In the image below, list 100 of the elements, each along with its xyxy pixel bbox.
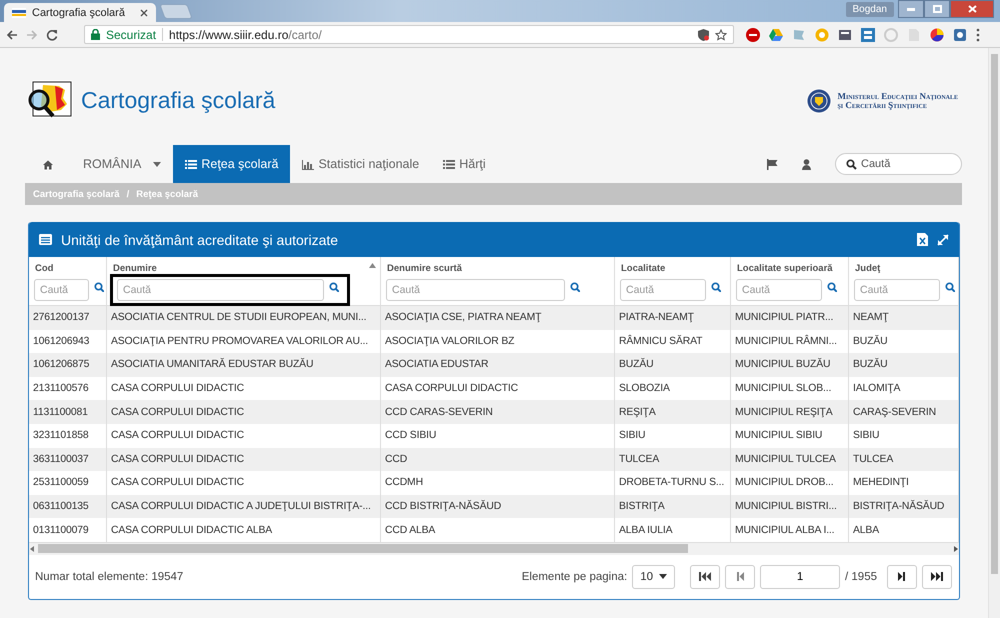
- minimize-button[interactable]: [898, 0, 924, 18]
- table-cell: CARAŞ-SEVERIN: [849, 400, 959, 424]
- filter-field[interactable]: Caută: [736, 279, 822, 301]
- excel-export-icon[interactable]: [917, 233, 928, 246]
- table-cell: MUNICIPIUL TULCEA: [731, 448, 849, 472]
- puzzle-icon[interactable]: [953, 28, 967, 42]
- close-button[interactable]: [950, 0, 994, 18]
- last-page-button[interactable]: [922, 564, 952, 589]
- flag-icon[interactable]: [767, 158, 778, 170]
- table-cell: CCD BISTRIŢA-NĂSĂUD: [381, 494, 615, 518]
- scrollbar-thumb[interactable]: [38, 544, 688, 554]
- search-icon[interactable]: [827, 282, 837, 292]
- table-cell: MUNICIPIUL REŞIŢA: [731, 400, 849, 424]
- filter-field[interactable]: Caută: [386, 279, 565, 301]
- ministry-name: Ministerul Educaţiei Naţionale şi Cercetării Ştiinţifice: [837, 92, 958, 110]
- caret-icon: [153, 162, 162, 166]
- filter-field[interactable]: Caută: [117, 279, 324, 301]
- user-icon[interactable]: [802, 158, 811, 170]
- table-cell: 0631100135: [29, 494, 107, 518]
- panel-title: Unităţi de învăţământ acreditate şi autorizate: [61, 232, 340, 248]
- table-cell: BISTRIŢA-NĂSĂUD: [849, 494, 959, 518]
- last-page-icon: [931, 572, 943, 582]
- first-page-icon: [699, 572, 712, 582]
- column-header[interactable]: Cod: [35, 263, 106, 274]
- address-bar[interactable]: Securizat https://www.siiir.edu.ro/carto/: [84, 25, 734, 44]
- browser-tab[interactable]: Cartografia şcolară: [4, 3, 156, 22]
- maximize-button[interactable]: [924, 0, 950, 18]
- scrollbar[interactable]: [988, 48, 1000, 618]
- table-cell: TULCEA: [849, 448, 959, 472]
- minimize-icon: [907, 8, 915, 10]
- table-cell: MUNICIPIUL BUZĂU: [731, 353, 849, 377]
- s-square-icon[interactable]: [861, 28, 875, 42]
- table-cell: 1131100081: [29, 400, 107, 424]
- list-icon: [443, 158, 456, 170]
- security-label: Securizat: [106, 28, 156, 42]
- previous-page-button[interactable]: [725, 564, 756, 589]
- drive-icon[interactable]: [769, 28, 783, 42]
- menu-icon[interactable]: [976, 28, 980, 42]
- search-icon[interactable]: [570, 282, 580, 292]
- lock-icon: [91, 29, 100, 40]
- next-page-icon: [896, 572, 908, 582]
- table-cell: REŞIŢA: [615, 400, 731, 424]
- column-header[interactable]: Localitate superioară: [737, 263, 848, 274]
- scroll-right-icon[interactable]: [953, 546, 959, 552]
- nav-tab[interactable]: Statistici naţionale: [290, 145, 432, 183]
- next-page-button[interactable]: [887, 564, 917, 589]
- nav-tab[interactable]: ROMÂNIA: [71, 145, 174, 183]
- close-icon[interactable]: [140, 8, 148, 16]
- table-cell: 1061206875: [29, 353, 107, 377]
- search-input[interactable]: Caută: [861, 158, 951, 170]
- nav-tab[interactable]: Hărţi: [431, 145, 498, 183]
- table-cell: CASA CORPULUI DIDACTIC: [107, 400, 381, 424]
- table-cell: CASA CORPULUI DIDACTIC: [107, 448, 381, 472]
- table-cell: PIATRA-NEAMŢ: [615, 306, 731, 330]
- column-header[interactable]: Localitate: [621, 263, 730, 274]
- filter-field[interactable]: Caută: [34, 279, 89, 301]
- table-cell: MUNICIPIUL PIATR...: [731, 306, 849, 330]
- star-icon[interactable]: [715, 28, 727, 40]
- table-cell: MUNICIPIUL BISTRI...: [731, 494, 849, 518]
- scrollbar-thumb[interactable]: [991, 54, 998, 574]
- scroll-left-icon[interactable]: [29, 546, 35, 552]
- table-cell: CASA CORPULUI DIDACTIC A JUDEŢULUI BISTRIŢA-...: [107, 494, 381, 518]
- table-cell: NEAMŢ: [849, 306, 959, 330]
- search-field[interactable]: Caută: [835, 153, 962, 175]
- table-cell: TULCEA: [615, 448, 731, 472]
- stack-icon[interactable]: [838, 28, 852, 42]
- table-cell: BISTRIŢA: [615, 494, 731, 518]
- table-cell: ASOCIATIA EDUSTAR: [381, 353, 615, 377]
- emblem-icon: [807, 88, 832, 112]
- shield-icon[interactable]: [698, 28, 709, 40]
- page-size-select[interactable]: 10: [632, 564, 676, 589]
- expand-icon[interactable]: [937, 234, 949, 246]
- adblock-icon[interactable]: [746, 28, 760, 42]
- url-text: https://www.siiir.edu.ro/carto/: [169, 28, 322, 42]
- first-page-button[interactable]: [690, 564, 720, 589]
- search-icon[interactable]: [711, 282, 721, 292]
- maximize-icon: [932, 5, 942, 13]
- filter-field[interactable]: Caută: [854, 279, 940, 301]
- pie-icon[interactable]: [930, 28, 944, 42]
- home-icon: [42, 158, 54, 170]
- table-cell: ASOCIATIA CENTRUL DE STUDII EUROPEAN, MUNI...: [107, 306, 381, 330]
- nav-tab[interactable]: Reţea şcolară: [173, 145, 290, 183]
- close-icon: [968, 5, 976, 13]
- previous-page-icon: [734, 572, 746, 582]
- search-icon[interactable]: [945, 282, 955, 292]
- search-icon[interactable]: [329, 282, 339, 292]
- page-field[interactable]: 1: [760, 564, 840, 589]
- caret-icon: [659, 574, 668, 580]
- table-cell: BUZĂU: [849, 353, 959, 377]
- site-title[interactable]: Cartografia şcolară: [81, 87, 808, 114]
- column-header[interactable]: Denumire: [113, 263, 366, 274]
- column-header[interactable]: Denumire scurtă: [387, 263, 614, 274]
- scrollbar[interactable]: [29, 542, 959, 555]
- table-cell: 2761200137: [29, 306, 107, 330]
- filter-field[interactable]: Caută: [620, 279, 706, 301]
- search-icon[interactable]: [94, 282, 104, 292]
- column-header[interactable]: Judeţ: [855, 263, 958, 274]
- page-count: / 1955: [845, 570, 877, 583]
- reload-icon[interactable]: [46, 28, 58, 40]
- back-icon[interactable]: [6, 28, 18, 40]
